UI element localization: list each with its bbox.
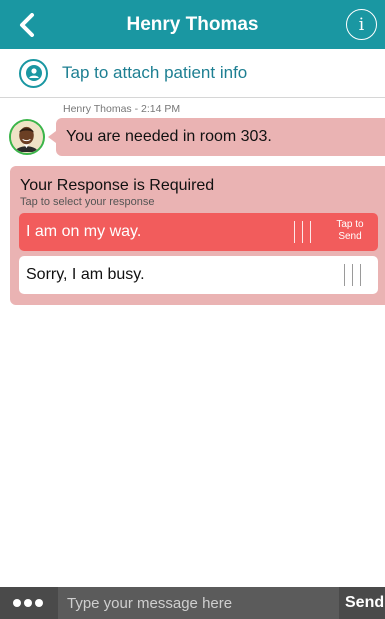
more-dots-icon[interactable] [13, 593, 53, 613]
response-option-label: I am on my way. [26, 223, 142, 240]
response-subtitle: Tap to select your response [20, 196, 155, 208]
attach-label: Tap to attach patient info [62, 63, 248, 82]
drag-handle-icon[interactable] [342, 264, 364, 286]
message-text: You are needed in room 303. [66, 128, 272, 145]
attach-patient-info-bar[interactable]: Tap to attach patient info [0, 49, 385, 98]
message-input[interactable] [58, 587, 339, 619]
back-button[interactable] [10, 8, 44, 42]
chevron-left-icon [20, 13, 34, 37]
response-option-busy[interactable]: Sorry, I am busy. [19, 256, 378, 294]
person-icon [19, 58, 48, 88]
info-icon: i [358, 14, 365, 35]
bubble-tail [48, 131, 56, 143]
response-option-label: Sorry, I am busy. [26, 266, 145, 283]
conversation-title: Henry Thomas [126, 14, 259, 35]
tap-to-send-hint[interactable]: Tap to Send [328, 219, 372, 243]
send-button[interactable]: Send [345, 587, 384, 619]
drag-handle-icon[interactable] [292, 221, 314, 243]
message-meta: Henry Thomas - 2:14 PM [63, 103, 181, 115]
message-bubble[interactable]: You are needed in room 303. [56, 118, 385, 156]
response-panel: Your Response is Required Tap to select … [10, 166, 385, 305]
response-option-on-my-way[interactable]: I am on my way. Tap to Send [19, 213, 378, 251]
compose-bar: Send [0, 587, 385, 619]
app-header: Henry Thomas i [0, 0, 385, 49]
avatar-image [11, 121, 42, 152]
response-title: Your Response is Required [20, 177, 215, 194]
sender-avatar[interactable] [9, 119, 45, 155]
info-button[interactable]: i [346, 9, 377, 40]
